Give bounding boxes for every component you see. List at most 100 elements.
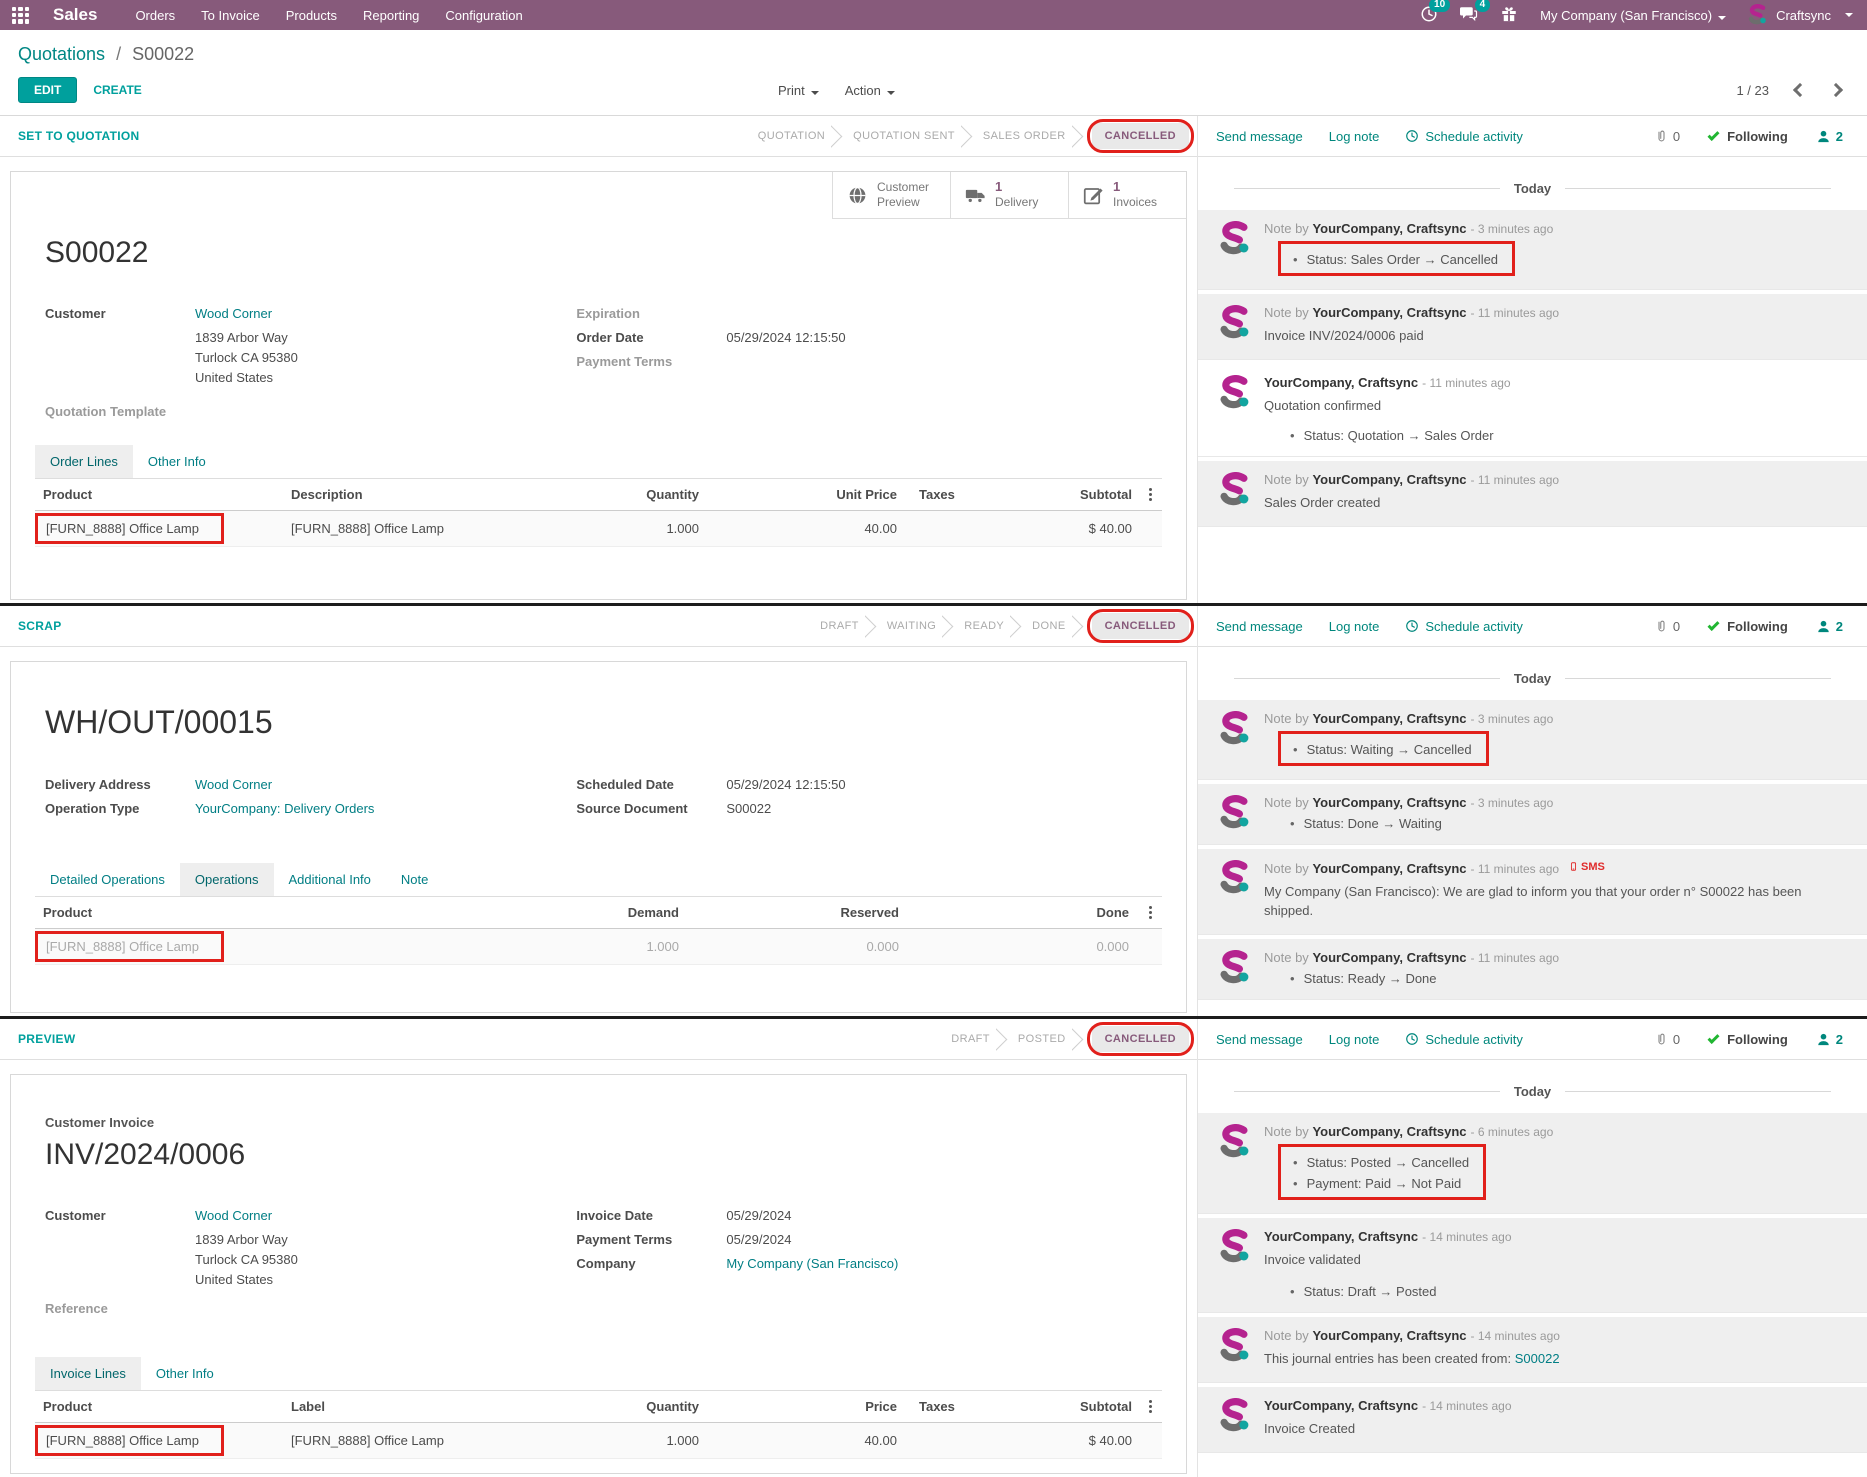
log-note-button[interactable]: Log note [1329,129,1380,144]
order-line-row[interactable]: [FURN_8888] Office Lamp [FURN_8888] Offi… [35,511,1162,547]
step-cancelled[interactable]: CANCELLED [1091,1026,1189,1052]
invoice-line-row[interactable]: [FURN_8888] Office Lamp [FURN_8888] Offi… [35,1423,1162,1459]
activities-badge: 10 [1429,0,1451,12]
step-quotation-sent[interactable]: QUOTATION SENT [847,130,961,142]
optional-columns-icon[interactable] [1147,1398,1154,1415]
company-label: Company [576,1256,636,1271]
schedule-activity-button[interactable]: Schedule activity [1405,1032,1523,1047]
chatter-message: Note by YourCompany, Craftsync - 3 minute… [1198,784,1867,845]
company-link[interactable]: My Company (San Francisco) [726,1256,898,1271]
breadcrumb-quotations[interactable]: Quotations [18,44,105,64]
invoice-date-value[interactable]: 05/29/2024 [726,1208,791,1223]
step-sales-order[interactable]: SALES ORDER [977,130,1072,142]
step-draft[interactable]: DRAFT [814,620,865,632]
delivery-address-link[interactable]: Wood Corner [195,777,272,792]
breadcrumb-current: S00022 [132,44,195,64]
invoice-tabs: Invoice Lines Other Info [35,1357,1162,1391]
record-actions: Print Action [778,83,895,98]
user-menu[interactable]: Craftsync [1746,4,1853,26]
step-cancelled[interactable]: CANCELLED [1091,123,1189,149]
invoice-lines-header: Product Label Quantity Price Taxes Subtotal [35,1391,1162,1423]
avatar [1216,472,1252,508]
company-switcher[interactable]: My Company (San Francisco) [1540,8,1727,23]
clock-icon [1405,1032,1419,1046]
source-document-link[interactable]: S00022 [1515,1351,1560,1366]
tab-detailed-operations[interactable]: Detailed Operations [35,863,180,896]
customer-preview-button[interactable]: Customer Preview [832,172,950,219]
schedule-activity-button[interactable]: Schedule activity [1405,129,1523,144]
tab-note[interactable]: Note [386,863,443,896]
step-cancelled[interactable]: CANCELLED [1091,613,1189,639]
following-button[interactable]: Following [1707,1031,1788,1047]
menu-reporting[interactable]: Reporting [363,8,419,23]
activities-icon[interactable]: 10 [1420,0,1451,25]
menu-to-invoice[interactable]: To Invoice [201,8,260,23]
invoices-button[interactable]: 1 Invoices [1068,172,1186,219]
optional-columns-icon[interactable] [1147,486,1154,503]
pager-next-icon[interactable] [1828,82,1844,98]
top-navbar: Sales Orders To Invoice Products Reporti… [0,0,1867,30]
optional-columns-icon[interactable] [1147,904,1154,921]
apps-menu-icon[interactable] [12,6,29,24]
avatar [1746,4,1768,26]
set-to-quotation-button[interactable]: SET TO QUOTATION [18,129,139,143]
messages-icon[interactable]: 4 [1460,0,1491,25]
attachments-button[interactable]: 0 [1654,619,1680,634]
scheduled-date-value[interactable]: 05/29/2024 12:15:50 [726,777,845,792]
operation-line-row[interactable]: [FURN_8888] Office Lamp 1.000 0.000 0.00… [35,929,1162,965]
attachments-button[interactable]: 0 [1654,1032,1680,1047]
customer-address-line: United States [195,370,274,385]
product-cell: [FURN_8888] Office Lamp [46,521,199,536]
step-waiting[interactable]: WAITING [881,620,942,632]
tab-order-lines[interactable]: Order Lines [35,445,133,478]
gift-icon[interactable] [1500,5,1520,25]
edit-note-icon [1083,185,1104,206]
avatar [1216,1124,1252,1160]
step-ready[interactable]: READY [958,620,1010,632]
create-button[interactable]: CREATE [93,83,141,97]
step-draft[interactable]: DRAFT [945,1033,996,1045]
action-dropdown[interactable]: Action [845,83,895,98]
customer-link[interactable]: Wood Corner [195,1208,272,1223]
edit-button[interactable]: EDIT [18,77,78,103]
pager-previous-icon[interactable] [1792,82,1808,98]
scrap-button[interactable]: SCRAP [18,619,62,633]
following-button[interactable]: Following [1707,128,1788,144]
tab-invoice-lines[interactable]: Invoice Lines [35,1357,141,1390]
payment-terms-value[interactable]: 05/29/2024 [726,1232,791,1247]
delivery-address-label: Delivery Address [45,777,151,792]
menu-configuration[interactable]: Configuration [445,8,522,23]
order-date-value[interactable]: 05/29/2024 12:15:50 [726,330,845,345]
step-done[interactable]: DONE [1026,620,1071,632]
source-document-value[interactable]: S00022 [726,801,771,816]
followers-button[interactable]: 2 [1816,619,1843,634]
delivery-button[interactable]: 1 Delivery [950,172,1068,219]
operation-type-link[interactable]: YourCompany: Delivery Orders [195,801,374,816]
followers-button[interactable]: 2 [1816,1032,1843,1047]
scheduled-date-label: Scheduled Date [576,777,674,792]
tab-other-info[interactable]: Other Info [141,1357,229,1390]
followers-button[interactable]: 2 [1816,129,1843,144]
print-dropdown[interactable]: Print [778,83,819,98]
menu-products[interactable]: Products [286,8,337,23]
step-posted[interactable]: POSTED [1012,1033,1072,1045]
annotation-box: Status: Posted → Cancelled Payment: Paid… [1278,1144,1487,1200]
following-button[interactable]: Following [1707,618,1788,634]
tab-other-info[interactable]: Other Info [133,445,221,478]
send-message-button[interactable]: Send message [1216,1032,1303,1047]
avatar [1216,795,1252,831]
step-quotation[interactable]: QUOTATION [752,130,831,142]
tab-operations[interactable]: Operations [179,863,274,896]
schedule-activity-button[interactable]: Schedule activity [1405,619,1523,634]
app-title[interactable]: Sales [53,5,97,25]
attachments-button[interactable]: 0 [1654,129,1680,144]
send-message-button[interactable]: Send message [1216,129,1303,144]
odoo-sales-page: Sales Orders To Invoice Products Reporti… [0,0,1867,1477]
tab-additional-info[interactable]: Additional Info [274,863,386,896]
preview-button[interactable]: PREVIEW [18,1032,75,1046]
send-message-button[interactable]: Send message [1216,619,1303,634]
menu-orders[interactable]: Orders [135,8,175,23]
log-note-button[interactable]: Log note [1329,619,1380,634]
customer-link[interactable]: Wood Corner [195,306,272,321]
log-note-button[interactable]: Log note [1329,1032,1380,1047]
